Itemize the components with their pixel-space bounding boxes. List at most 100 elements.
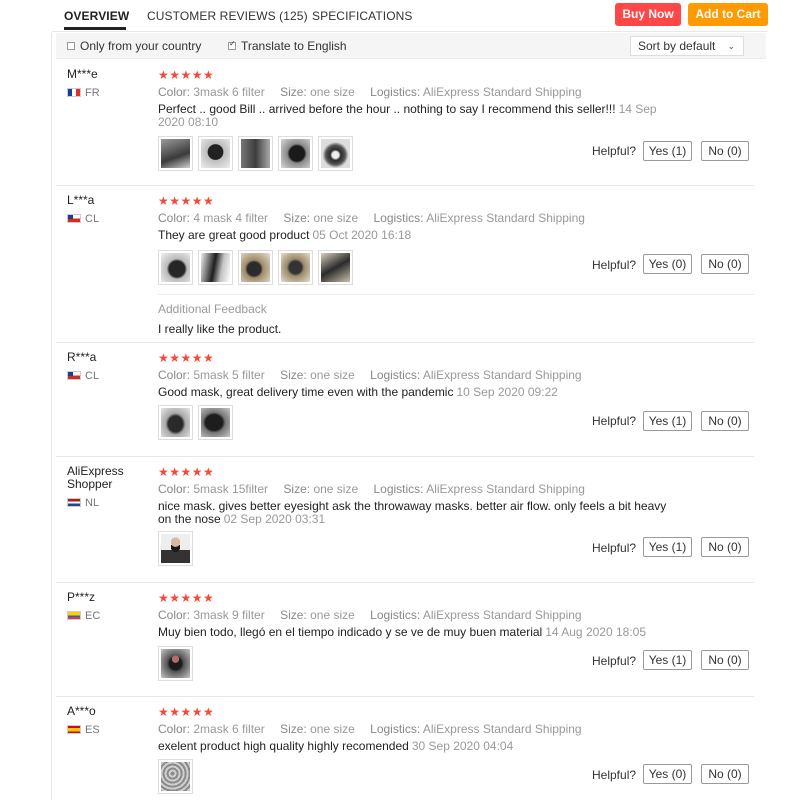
review-filter-bar: Only from your country Translate to Engl… [56,33,766,59]
helpful-label: Helpful? [592,768,637,782]
review-text: exelent product high quality highly reco… [158,739,514,753]
review-photos [158,646,198,681]
only-country-checkbox[interactable] [67,42,75,50]
star-rating: ★★★★★ [158,705,215,719]
review-photo[interactable] [158,405,193,440]
review-item: AliExpress Shopper NL ★★★★★ Color: 5mask… [56,465,756,583]
sort-dropdown-value: Sort by default [638,39,716,53]
review-text: nice mask. gives better eyesight ask the… [158,499,667,526]
review-photos [158,531,198,566]
review-photos [158,405,238,440]
tab-customer-reviews[interactable]: CUSTOMER REVIEWS (125) [147,9,308,23]
flag-icon [67,214,81,223]
review-item: L***a CL ★★★★★ Color: 4 mask 4 filter Si… [56,194,756,343]
tab-specifications[interactable]: SPECIFICATIONS [312,9,413,23]
star-rating: ★★★★★ [158,194,215,208]
flag-icon [67,725,81,734]
additional-feedback-divider [158,294,754,295]
review-sku-info: Color: 2mask 6 filter Size: one size Log… [158,722,582,736]
reviewer-country: EC [67,610,100,622]
review-photo[interactable] [158,250,193,285]
review-divider [56,582,754,583]
helpful-no-button[interactable]: No (0) [701,254,749,274]
reviewer-name: M***e [67,67,98,81]
review-divider [56,342,754,343]
review-sku-info: Color: 3mask 9 filter Size: one size Log… [158,608,582,622]
review-photo[interactable] [198,136,233,171]
review-text: Muy bien todo, llegó en el tiempo indica… [158,625,646,639]
additional-feedback-text: I really like the product. [158,322,282,336]
additional-feedback-title: Additional Feedback [158,302,267,316]
review-text: They are great good product 05 Oct 2020 1… [158,228,412,242]
helpful-yes-button[interactable]: Yes (1) [643,537,692,557]
review-photo[interactable] [278,250,313,285]
review-photo[interactable] [158,136,193,171]
active-tab-indicator [64,27,126,30]
helpful-no-button[interactable]: No (0) [701,411,749,431]
helpful-yes-button[interactable]: Yes (1) [643,411,692,431]
add-to-cart-button[interactable]: Add to Cart [688,3,768,26]
helpful-yes-button[interactable]: Yes (1) [643,141,692,161]
helpful-label: Helpful? [592,654,637,668]
helpful-no-button[interactable]: No (0) [701,650,749,670]
star-rating: ★★★★★ [158,351,215,365]
helpful-no-button[interactable]: No (0) [701,764,749,784]
flag-icon [67,371,81,380]
helpful-label: Helpful? [592,414,637,428]
tab-overview[interactable]: OVERVIEW [64,9,129,23]
review-date: 05 Oct 2020 16:18 [312,228,412,242]
review-date: 14 Aug 2020 18:05 [545,625,646,639]
review-divider [56,185,754,186]
translate-label[interactable]: Translate to English [241,39,347,53]
review-photo[interactable] [158,759,193,794]
review-photo[interactable] [198,405,233,440]
buy-now-button[interactable]: Buy Now [615,3,681,26]
review-photo[interactable] [318,136,353,171]
sort-dropdown[interactable]: Sort by default ⌄ [630,36,744,56]
review-item: A***o ES ★★★★★ Color: 2mask 6 filter Siz… [56,705,756,800]
star-rating: ★★★★★ [158,465,215,479]
review-photos [158,250,358,285]
review-photos [158,136,358,171]
star-rating: ★★★★★ [158,591,215,605]
helpful-yes-button[interactable]: Yes (1) [643,650,692,670]
review-photo[interactable] [198,250,233,285]
helpful-label: Helpful? [592,541,637,555]
review-photo[interactable] [158,531,193,566]
helpful-label: Helpful? [592,144,637,158]
reviewer-name: AliExpress Shopper [67,464,124,491]
review-text: Perfect .. good Bill .. arrived before t… [158,102,657,129]
reviewer-country: CL [67,370,99,382]
review-date: 30 Sep 2020 04:04 [411,739,514,753]
reviewer-name: P***z [67,590,96,604]
review-sku-info: Color: 5mask 5 filter Size: one size Log… [158,368,582,382]
review-item: P***z EC ★★★★★ Color: 3mask 9 filter Siz… [56,591,756,697]
review-sku-info: Color: 3mask 6 filter Size: one size Log… [158,85,582,99]
review-item: M***e FR ★★★★★ Color: 3mask 6 filter Siz… [56,68,756,186]
reviewer-country: CL [67,213,99,225]
helpful-yes-button[interactable]: Yes (0) [643,764,692,784]
reviewer-name: L***a [67,193,95,207]
review-photo[interactable] [318,250,353,285]
review-photo[interactable] [278,136,313,171]
translate-checkbox[interactable] [228,39,236,50]
flag-icon [67,498,81,507]
review-photos [158,759,198,794]
helpful-label: Helpful? [592,258,637,272]
helpful-yes-button[interactable]: Yes (0) [643,254,692,274]
review-text: Good mask, great delivery time even with… [158,385,558,399]
helpful-no-button[interactable]: No (0) [701,141,749,161]
review-divider [56,456,754,457]
review-photo[interactable] [238,250,273,285]
review-photo[interactable] [158,646,193,681]
reviewer-country: ES [67,724,100,736]
star-rating: ★★★★★ [158,68,215,82]
review-date: 02 Sep 2020 03:31 [223,512,326,526]
review-divider [56,696,754,697]
flag-icon [67,88,81,97]
helpful-no-button[interactable]: No (0) [701,537,749,557]
reviewer-country: FR [67,87,100,99]
review-sku-info: Color: 4 mask 4 filter Size: one size Lo… [158,211,585,225]
review-photo[interactable] [238,136,273,171]
only-country-label[interactable]: Only from your country [80,39,201,53]
